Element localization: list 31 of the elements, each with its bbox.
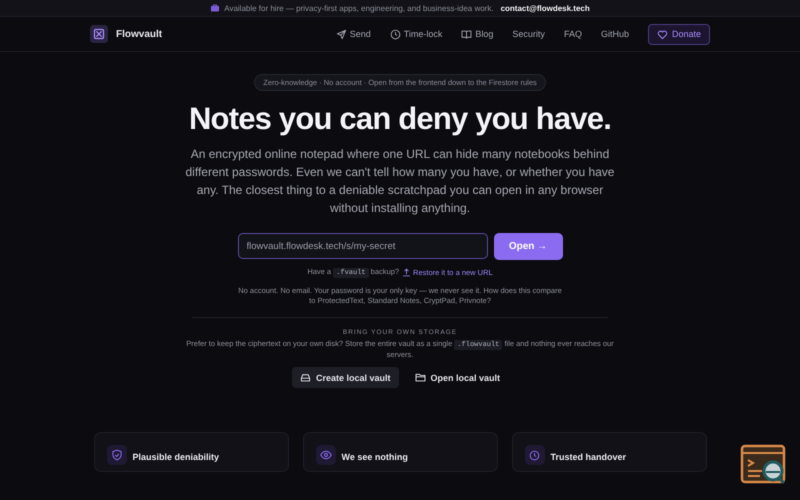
book-icon [461,28,472,40]
card-title: We see nothing [342,452,408,462]
clock-icon [390,28,401,40]
card-title: Trusted handover [550,452,626,462]
send-icon [336,28,347,40]
clock-icon [529,450,540,460]
nav-link[interactable]: GitHub [600,29,629,39]
upload-icon [402,268,412,276]
briefcase-icon [210,3,220,13]
nav-link[interactable]: Security [512,29,545,39]
eye-icon [320,449,332,461]
nav-link[interactable]: Time-lock [390,28,442,40]
folder-icon [414,372,426,383]
logo-icon [90,25,108,43]
vault-button[interactable]: Open local vault [406,367,508,388]
intro-paragraph: An encrypted online notepad where one URL can hide many notebooks behind different passwords. Even we can't tell how many you have, or whether you have any. The closest thing to a deniable scratchpad you can open in any browser without installing anything. [184,146,616,217]
nav-link[interactable]: Blog [461,28,494,40]
vault-button[interactable]: Create local vault [292,367,398,388]
drive-icon [300,372,311,383]
nav-link[interactable]: Send [336,28,371,40]
headline: Notes you can deny you have. [188,101,612,137]
card-title: Plausible deniability [132,452,220,462]
nav-link[interactable]: FAQ [564,29,582,39]
heart-icon [656,28,668,40]
url-field[interactable]: flowvault.flowdesk.tech/s/my-secret [238,233,488,259]
shield-icon [110,449,122,461]
contact-link[interactable]: contact@flowdesk.tech [500,4,590,12]
banner-text: Available for hire — privacy-first apps, engineering, and business-idea work. [224,4,494,12]
open-button[interactable]: Open → [494,233,562,260]
donate-button[interactable]: Donate [648,24,710,44]
brand-name: Flowvault [116,28,162,40]
